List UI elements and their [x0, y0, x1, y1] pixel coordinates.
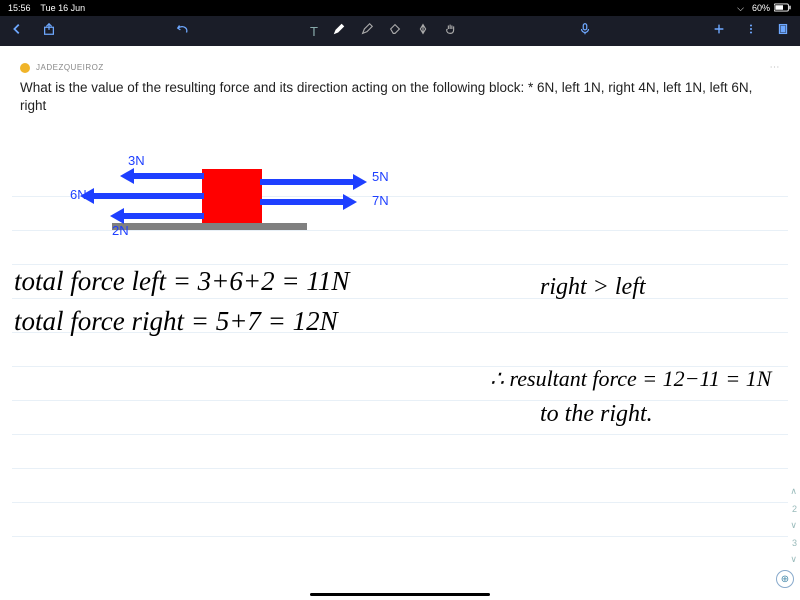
page-indicator-3: 3 — [792, 538, 797, 548]
arrow-2n-left — [122, 213, 204, 219]
ruled-line — [12, 298, 788, 299]
share-button[interactable] — [42, 22, 56, 41]
zoom-in-icon: ⊕ — [781, 574, 789, 585]
more-button[interactable] — [744, 22, 758, 41]
pen-tool-icon[interactable] — [332, 22, 346, 41]
lasso-tool-icon[interactable] — [416, 22, 430, 41]
battery-percent: 60% — [752, 3, 770, 13]
hand-direction: to the right. — [540, 401, 653, 428]
highlighter-tool-icon[interactable] — [360, 22, 374, 41]
ruled-line — [12, 536, 788, 537]
ruled-line — [12, 468, 788, 469]
hand-resultant: ∴ resultant force = 12−11 = 1N — [490, 366, 771, 392]
author-name: JADEZQUEIROZ — [36, 63, 104, 72]
avatar — [20, 63, 30, 73]
label-6n: 6N — [70, 187, 87, 202]
ruled-line — [12, 264, 788, 265]
battery-icon — [774, 3, 792, 14]
label-3n: 3N — [128, 153, 145, 168]
ground — [112, 223, 307, 230]
pages-button[interactable] — [776, 22, 790, 41]
card-more-icon[interactable]: ⋯ — [770, 62, 781, 73]
question-card: JADEZQUEIROZ ⋯ What is the value of the … — [12, 56, 788, 125]
undo-button[interactable] — [176, 22, 190, 41]
arrow-7n-right — [260, 199, 345, 205]
status-right: ⌵ 60% — [733, 3, 792, 14]
ruled-line — [12, 502, 788, 503]
force-diagram: 3N 6N 2N 5N 7N — [52, 147, 382, 237]
page-indicator-2: 2 — [792, 504, 797, 514]
page-down-chevron-icon[interactable]: ∨ — [790, 554, 797, 565]
text-tool-icon[interactable]: T — [310, 24, 318, 39]
page-up-chevron-icon[interactable]: ∧ — [790, 486, 797, 497]
bluetooth-icon: ⌵ — [737, 3, 744, 14]
block — [202, 169, 262, 223]
arrow-5n-right — [260, 179, 355, 185]
ruled-line — [12, 400, 788, 401]
question-text: What is the value of the resulting force… — [20, 79, 780, 115]
ipad-status-bar: 15:56 Tue 16 Jun ⌵ 60% — [0, 0, 800, 16]
app-toolbar: T — [0, 16, 800, 46]
arrow-6n-left — [92, 193, 204, 199]
arrow-3n-left — [132, 173, 204, 179]
page-down-chevron-icon[interactable]: ∨ — [790, 520, 797, 531]
home-indicator[interactable] — [310, 593, 490, 596]
label-7n: 7N — [372, 193, 389, 208]
eraser-tool-icon[interactable] — [388, 22, 402, 41]
author-row: JADEZQUEIROZ ⋯ — [20, 62, 780, 73]
status-time: 15:56 — [8, 3, 31, 13]
status-date: Tue 16 Jun — [40, 3, 85, 13]
status-left: 15:56 Tue 16 Jun — [8, 3, 85, 13]
tool-picker: T — [310, 22, 458, 41]
ruled-line — [12, 434, 788, 435]
note-canvas[interactable]: JADEZQUEIROZ ⋯ What is the value of the … — [0, 46, 800, 600]
label-5n: 5N — [372, 169, 389, 184]
hand-right-eq: total force right = 5+7 = 12N — [14, 306, 338, 337]
hand-tool-icon[interactable] — [444, 22, 458, 41]
hand-left-eq: total force left = 3+6+2 = 11N — [14, 266, 349, 297]
back-button[interactable] — [10, 22, 24, 41]
hand-compare: right > left — [540, 274, 646, 301]
label-2n: 2N — [112, 223, 129, 238]
add-button[interactable] — [712, 22, 726, 41]
zoom-button[interactable]: ⊕ — [776, 570, 794, 588]
microphone-button[interactable] — [578, 22, 592, 41]
